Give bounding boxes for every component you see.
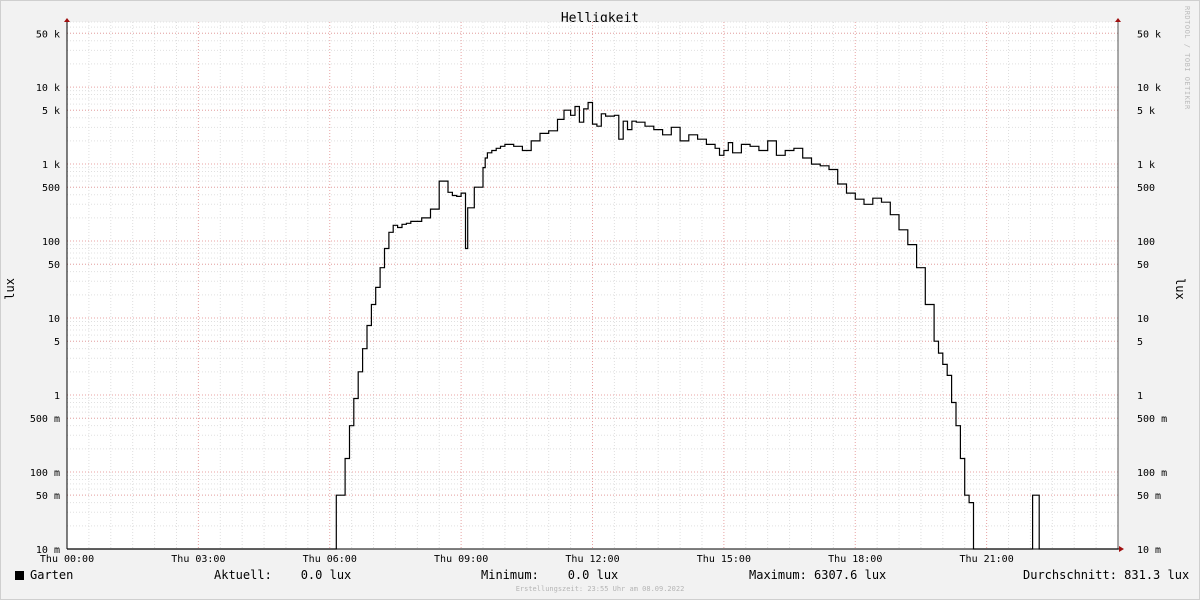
y-axis-arrow-right — [1115, 18, 1121, 22]
creation-time-footer: Erstellungszeit: 23:55 Uhr am 08.09.2022 — [515, 585, 685, 593]
legend-series-name: Garten — [30, 568, 74, 582]
y-tick-label-right: 1 — [1137, 391, 1143, 402]
y-tick-label-right: 10 m — [1137, 545, 1161, 556]
y-tick-label-left: 1 k — [42, 160, 60, 171]
x-tick-label: Thu 21:00 — [960, 554, 1014, 565]
legend-maximum: Maximum: 6307.6 lux — [749, 568, 887, 582]
x-tick-label: Thu 06:00 — [303, 554, 357, 565]
y-tick-label-right: 10 k — [1137, 83, 1161, 94]
y-tick-label-right: 100 m — [1137, 468, 1167, 479]
y-tick-label-right: 10 — [1137, 314, 1149, 325]
x-tick-label: Thu 03:00 — [171, 554, 225, 565]
y-tick-label-left: 500 m — [30, 414, 60, 425]
y-tick-label-left: 50 — [48, 260, 60, 271]
y-tick-label-right: 500 m — [1137, 414, 1167, 425]
legend-swatch — [15, 571, 24, 580]
y-tick-label-left: 100 — [42, 237, 60, 248]
y-tick-label-left: 10 k — [36, 83, 60, 94]
y-tick-label-right: 50 — [1137, 260, 1149, 271]
y-tick-label-left: 10 — [48, 314, 60, 325]
y-tick-label-right: 50 k — [1137, 29, 1161, 40]
legend-durchschnitt: Durchschnitt: 831.3 lux — [1023, 568, 1190, 582]
y-tick-label-right: 1 k — [1137, 160, 1155, 171]
x-tick-label: Thu 15:00 — [697, 554, 751, 565]
y-tick-label-right: 5 — [1137, 337, 1143, 348]
y-tick-label-left: 100 m — [30, 468, 60, 479]
y-tick-label-right: 500 — [1137, 183, 1155, 194]
y-tick-label-right: 50 m — [1137, 491, 1161, 502]
brightness-chart: 50 k 50 k 10 k 10 k 5 k 5 k 1 k 1 k 500 500 100 100… — [30, 18, 1167, 565]
y-tick-label-left: 5 — [54, 337, 60, 348]
x-tick-label: Thu 00:00 — [40, 554, 94, 565]
y-tick-label-left: 50 m — [36, 491, 60, 502]
y-tick-label-right: 5 k — [1137, 106, 1155, 117]
x-tick-label: Thu 18:00 — [828, 554, 882, 565]
x-tick-label: Thu 12:00 — [565, 554, 619, 565]
y-tick-label-left: 50 k — [36, 29, 60, 40]
y-axis-arrow-left — [64, 18, 70, 22]
legend-series: Garten — [15, 568, 73, 582]
legend-minimum: Minimum: 0.0 lux — [481, 568, 619, 582]
y-tick-label-left: 500 — [42, 183, 60, 194]
x-tick-label: Thu 09:00 — [434, 554, 488, 565]
y-tick-label-left: 5 k — [42, 106, 60, 117]
y-tick-label-left: 1 — [54, 391, 60, 402]
legend-aktuell: Aktuell: 0.0 lux — [214, 568, 352, 582]
x-axis-arrow — [1119, 546, 1124, 552]
y-tick-label-right: 100 — [1137, 237, 1155, 248]
